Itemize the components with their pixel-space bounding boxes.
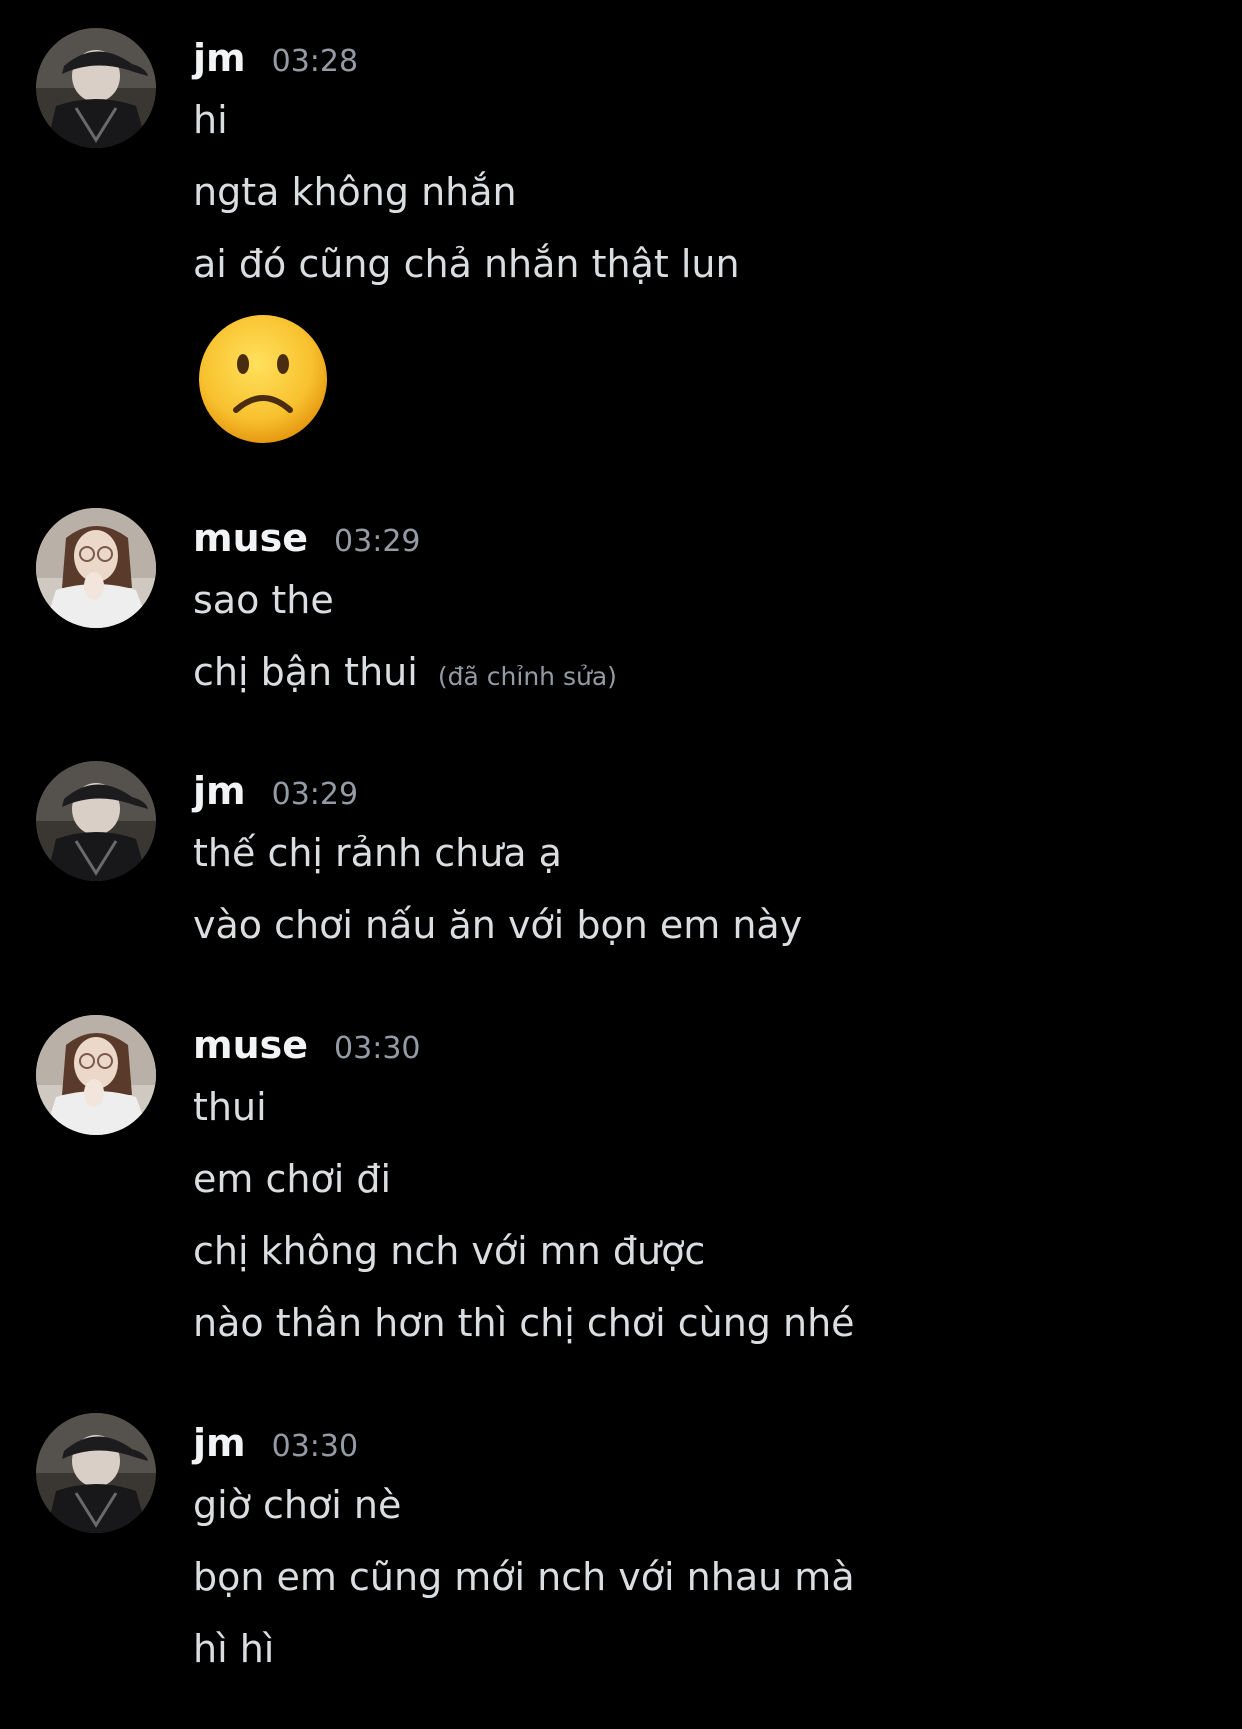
timestamp[interactable]: 03:29 [272,777,358,812]
message-text: nào thân hơn thì chị chơi cùng nhé [193,1301,855,1345]
message-header: muse 03:30 [193,1023,421,1073]
message-text: thui [193,1085,267,1129]
edited-label: (đã chỉnh sửa) [437,662,617,691]
message-text-edited: chị bận thui (đã chỉnh sửa) [193,648,617,701]
message-text: ai đó cũng chả nhắn thật lun [193,242,740,286]
timestamp[interactable]: 03:30 [334,1031,420,1066]
avatar-jm[interactable] [36,761,156,881]
username[interactable]: jm [193,769,246,813]
message-text: chị bận thui [193,650,418,694]
message-text: em chơi đi [193,1157,392,1201]
avatar-muse[interactable] [36,1015,156,1135]
message-text: hi [193,98,228,142]
timestamp[interactable]: 03:29 [334,524,420,559]
username[interactable]: muse [193,516,308,560]
message-header: jm 03:29 [193,769,358,819]
message-text: chị không nch với mn được [193,1229,706,1273]
message-text: hì hì [193,1627,275,1671]
username[interactable]: jm [193,36,246,80]
message-text: sao the [193,578,334,622]
message-text: thế chị rảnh chưa ạ [193,831,562,875]
message-text: bọn em cũng mới nch với nhau mà [193,1555,855,1599]
username[interactable]: muse [193,1023,308,1067]
message-header: jm 03:28 [193,36,358,86]
message-text: ngta không nhắn [193,170,517,214]
username[interactable]: jm [193,1421,246,1465]
message-header: jm 03:30 [193,1421,358,1471]
message-header: muse 03:29 [193,516,421,566]
avatar-muse[interactable] [36,508,156,628]
message-text: giờ chơi nè [193,1483,402,1527]
avatar-jm[interactable] [36,1413,156,1533]
slightly-frowning-face-icon[interactable] [196,312,330,446]
timestamp[interactable]: 03:30 [272,1429,358,1464]
avatar-jm[interactable] [36,28,156,148]
message-text: vào chơi nấu ăn với bọn em này [193,903,803,947]
timestamp[interactable]: 03:28 [272,44,358,79]
